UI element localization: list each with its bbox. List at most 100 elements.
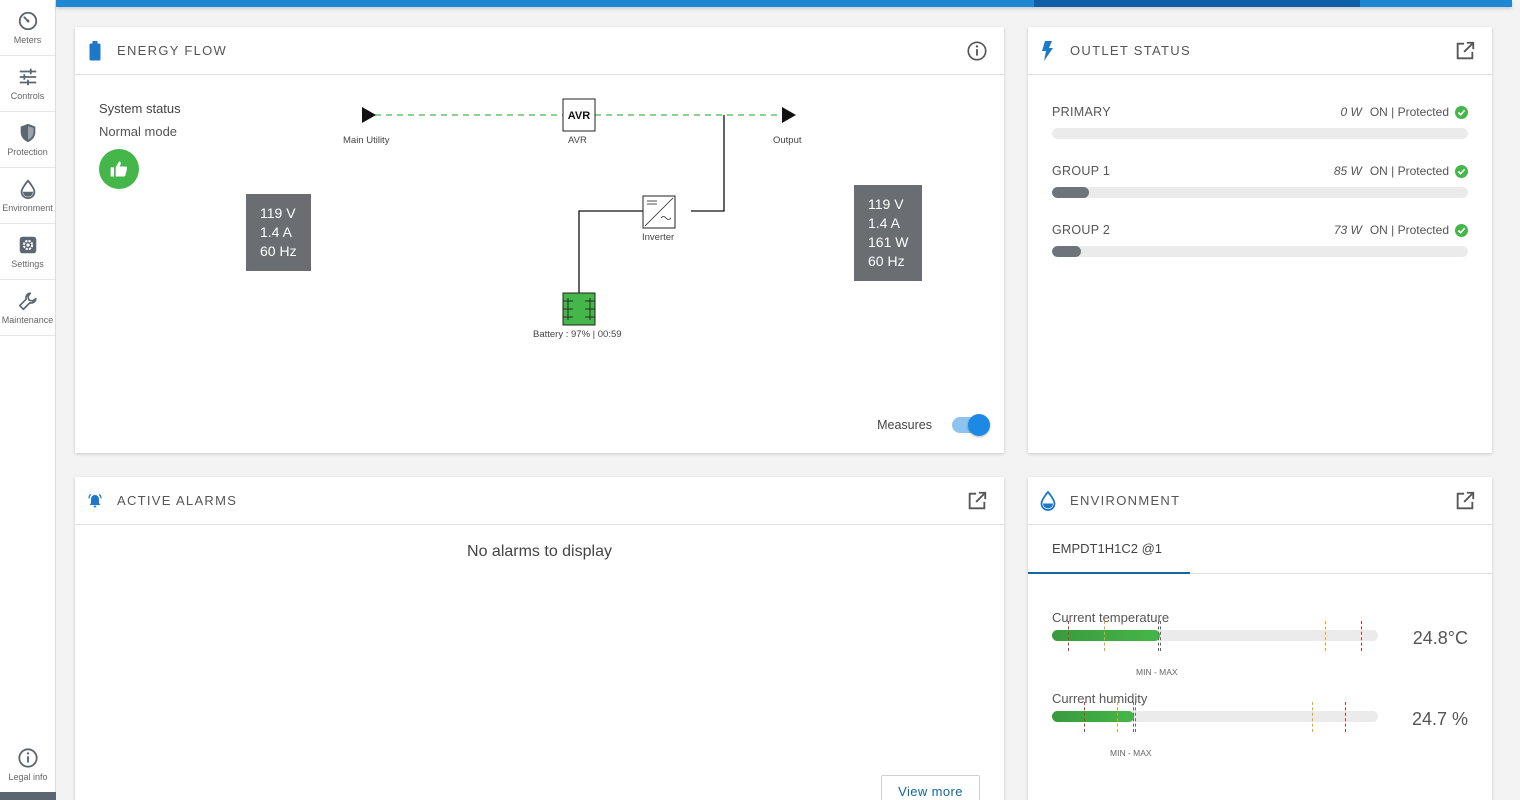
measures-label: Measures	[877, 418, 932, 432]
measures-control: Measures	[877, 414, 990, 436]
outlet-state: ON | Protected	[1369, 164, 1449, 178]
avr-box-label: AVR	[568, 110, 590, 122]
sidebar-item-settings[interactable]: Settings	[0, 224, 55, 280]
wrench-icon	[18, 292, 37, 311]
droplet-icon	[20, 179, 35, 200]
output-label: Output	[773, 135, 802, 146]
output-frequency: 60 Hz	[868, 253, 905, 269]
outlet-load-fill	[1052, 246, 1082, 257]
inverter-label: Inverter	[642, 232, 675, 243]
sidebar-item-meters[interactable]: Meters	[0, 0, 55, 56]
sidebar-item-maintenance[interactable]: Maintenance	[0, 280, 55, 336]
outlet-load-bar	[1052, 187, 1468, 198]
input-frequency: 60 Hz	[260, 243, 297, 259]
sidebar-item-label: Protection	[7, 147, 48, 157]
view-more-button[interactable]: View more	[881, 775, 980, 800]
toggle-knob	[968, 414, 990, 436]
temperature-value: 24.8°C	[1412, 628, 1468, 648]
battery-icon	[87, 40, 103, 61]
active-alarms-card: ACTIVE ALARMS No alarms to display View …	[75, 477, 1004, 800]
output-measures: 119 V 1.4 A 161 W 60 Hz	[854, 185, 923, 281]
min-max-label: MIN - MAX	[1110, 748, 1152, 758]
sensor-title: Current humidity	[1052, 691, 1148, 706]
outlet-load-bar	[1052, 128, 1468, 139]
output-to-inverter-line	[691, 115, 725, 212]
open-external-icon[interactable]	[1454, 40, 1476, 62]
gauge-icon	[18, 11, 37, 31]
sidebar-item-controls[interactable]: Controls	[0, 56, 55, 112]
shield-icon	[20, 123, 35, 143]
output-power: 161 W	[868, 234, 909, 250]
avr-label: AVR	[568, 135, 587, 146]
outlet-status-title: OUTLET STATUS	[1070, 43, 1191, 58]
outlet-status-card: OUTLET STATUS PRIMARY 0 W ON | Protected…	[1028, 27, 1492, 453]
outlet-name: PRIMARY	[1052, 105, 1111, 119]
output-arrow	[782, 107, 796, 123]
lightning-icon	[1040, 40, 1056, 61]
sidebar: Meters Controls Protection Environment S…	[0, 0, 56, 800]
temperature-gauge: MIN - MAX	[1052, 621, 1378, 677]
energy-flow-card: ENERGY FLOW System status Normal mode AV…	[75, 27, 1004, 453]
main-utility-arrow	[362, 107, 376, 123]
high-warning-threshold	[1312, 702, 1313, 732]
inverter-to-battery-line	[578, 210, 643, 293]
low-warning-threshold	[1104, 621, 1105, 651]
outlet-name: GROUP 2	[1052, 223, 1111, 237]
measures-toggle[interactable]	[952, 414, 990, 436]
low-warning-threshold	[1117, 702, 1118, 732]
droplet-icon	[1040, 490, 1056, 511]
max-marker	[1160, 621, 1161, 651]
outlet-state: ON | Protected	[1369, 105, 1449, 119]
high-warning-threshold	[1325, 621, 1326, 651]
tab-empdt1h1c2[interactable]: EMPDT1H1C2 @1	[1028, 525, 1190, 574]
outlet-watts: 73 W	[1333, 223, 1362, 237]
battery-label: Battery : 97% | 00:59	[533, 329, 622, 340]
outlet-watts: 0 W	[1340, 105, 1362, 119]
sidebar-bottom-bar	[0, 792, 56, 800]
input-current: 1.4 A	[260, 224, 292, 240]
sidebar-item-environment[interactable]: Environment	[0, 168, 55, 224]
outlet-watts: 85 W	[1333, 164, 1362, 178]
main-utility-label: Main Utility	[343, 135, 390, 146]
sidebar-item-label: Settings	[11, 259, 44, 269]
sidebar-item-label: Meters	[13, 35, 42, 45]
temperature-sensor: Current temperature MIN - MAX 24.8°C	[1052, 610, 1468, 677]
outlet-load-bar	[1052, 246, 1468, 257]
high-critical-threshold	[1361, 621, 1362, 651]
outlet-status-header: OUTLET STATUS	[1028, 27, 1492, 75]
active-alarms-title: ACTIVE ALARMS	[117, 493, 238, 508]
energy-flow-title: ENERGY FLOW	[117, 43, 228, 58]
input-measures: 119 V 1.4 A 60 Hz	[246, 194, 311, 271]
open-external-icon[interactable]	[1454, 490, 1476, 512]
legal-info-label: Legal info	[8, 772, 48, 782]
alarm-bell-icon	[87, 491, 103, 511]
outlet-state: ON | Protected	[1369, 223, 1449, 237]
min-max-label: MIN - MAX	[1136, 667, 1178, 677]
top-bar	[56, 0, 1512, 7]
check-icon	[1455, 223, 1468, 237]
sensor-title: Current temperature	[1052, 610, 1170, 625]
outlet-name: GROUP 1	[1052, 164, 1111, 178]
top-bar-highlight	[1034, 0, 1360, 7]
high-critical-threshold	[1345, 702, 1346, 732]
outlet-group-2: GROUP 2 73 W ON | Protected	[1052, 221, 1468, 257]
info-icon[interactable]	[966, 40, 988, 62]
environment-title: ENVIRONMENT	[1070, 493, 1181, 508]
gauge-fill	[1052, 711, 1134, 722]
no-alarms-message: No alarms to display	[467, 543, 612, 560]
humidity-value: 24.7 %	[1411, 709, 1468, 729]
humidity-gauge: MIN - MAX	[1052, 702, 1378, 758]
legal-info-link[interactable]: Legal info	[0, 747, 56, 782]
gear-icon	[19, 236, 36, 254]
environment-header: ENVIRONMENT	[1028, 477, 1492, 525]
outlet-load-fill	[1052, 187, 1090, 198]
environment-card: ENVIRONMENT EMPDT1H1C2 @1 Current temper…	[1028, 477, 1492, 800]
sidebar-item-protection[interactable]: Protection	[0, 112, 55, 168]
sidebar-item-label: Environment	[2, 203, 53, 213]
check-icon	[1455, 164, 1468, 178]
min-marker	[1158, 621, 1159, 651]
output-voltage: 119 V	[868, 196, 904, 212]
min-marker	[1133, 702, 1134, 732]
open-external-icon[interactable]	[966, 490, 988, 512]
active-alarms-header: ACTIVE ALARMS	[75, 477, 1004, 525]
